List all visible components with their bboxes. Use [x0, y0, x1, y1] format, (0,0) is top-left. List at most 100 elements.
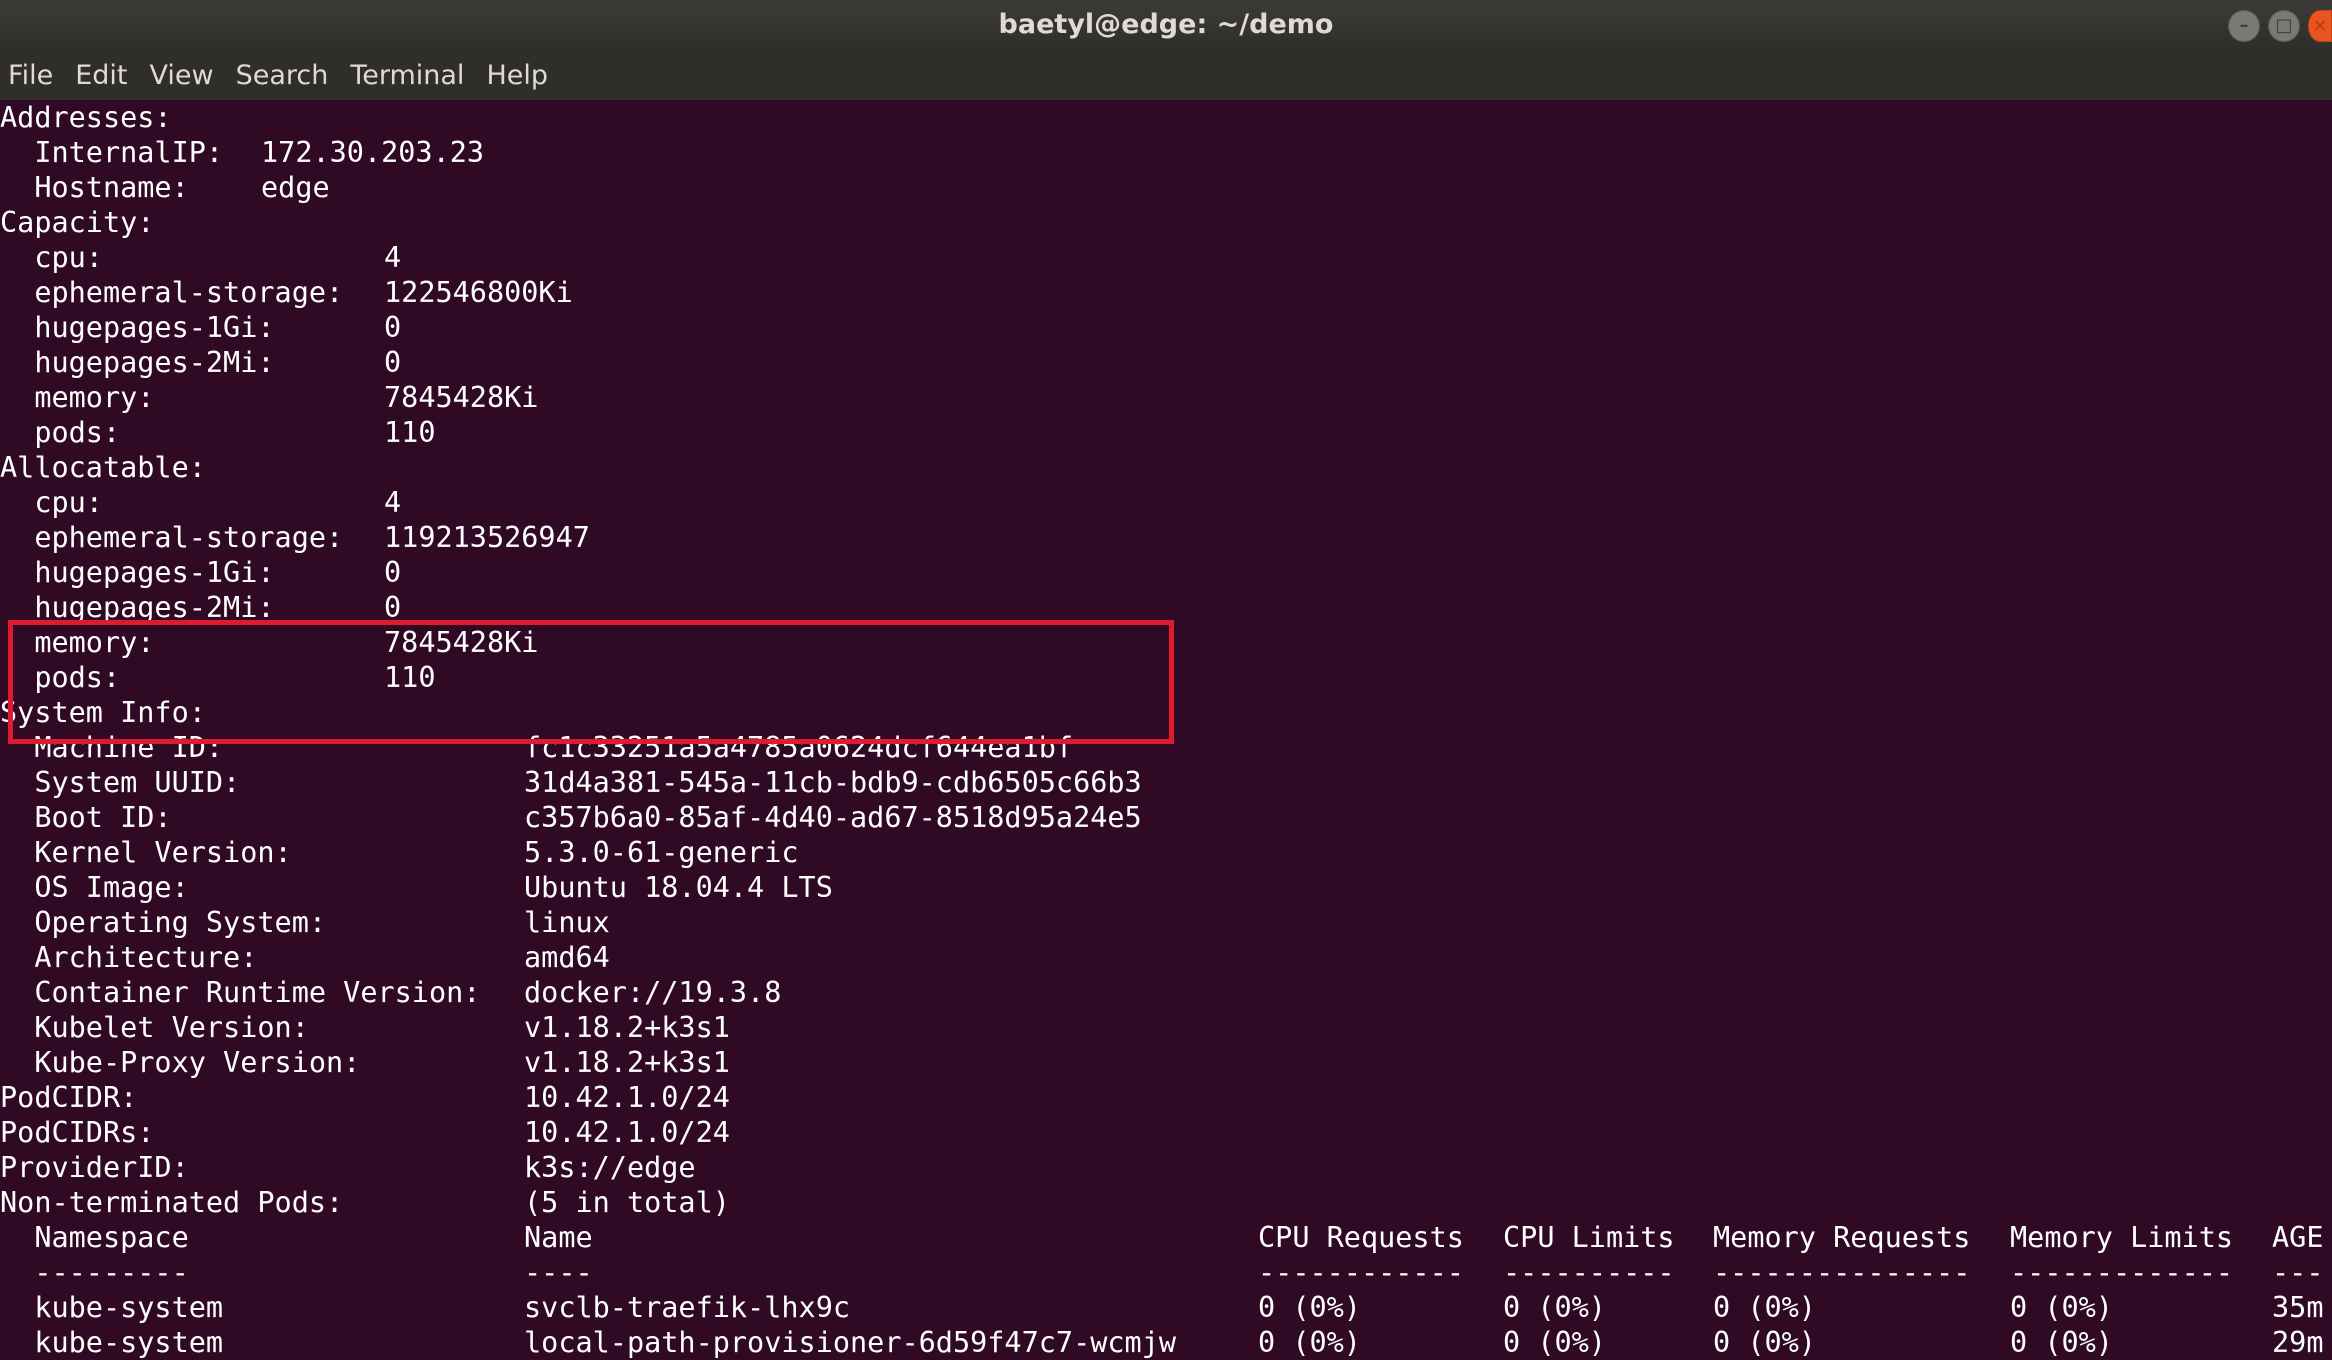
- key: InternalIP:: [0, 136, 224, 169]
- table-cell: Name: [524, 1221, 593, 1254]
- table-cell: 0 (0%): [1258, 1291, 1361, 1324]
- table-cell: 35m: [2272, 1291, 2324, 1324]
- section-header: System Info:: [0, 696, 206, 729]
- minimize-button[interactable]: –: [2228, 10, 2260, 42]
- value: 0: [384, 311, 402, 344]
- key: ProviderID:: [0, 1151, 189, 1184]
- key: Kubelet Version:: [0, 1011, 309, 1044]
- window-titlebar: baetyl@edge: ~/demo – □ ×: [0, 0, 2332, 50]
- table-cell: Namespace: [0, 1221, 189, 1254]
- key: memory:: [0, 381, 155, 414]
- table-cell: 0 (0%): [2010, 1291, 2113, 1324]
- menu-edit[interactable]: Edit: [64, 60, 138, 91]
- table-cell: 29m: [2272, 1326, 2324, 1359]
- table-cell: Memory Limits: [2010, 1221, 2234, 1254]
- maximize-button[interactable]: □: [2268, 10, 2300, 42]
- table-cell: ------------: [1258, 1256, 1464, 1289]
- value: v1.18.2+k3s1: [524, 1046, 730, 1079]
- key: Architecture:: [0, 941, 258, 974]
- key: Hostname:: [0, 171, 189, 204]
- key: Non-terminated Pods:: [0, 1186, 344, 1219]
- table-cell: ----: [524, 1256, 593, 1289]
- menu-terminal[interactable]: Terminal: [339, 60, 475, 91]
- value: amd64: [524, 941, 610, 974]
- value: Ubuntu 18.04.4 LTS: [524, 871, 833, 904]
- table-cell: 0 (0%): [1258, 1326, 1361, 1359]
- value: docker://19.3.8: [524, 976, 782, 1009]
- table-cell: 0 (0%): [1713, 1326, 1816, 1359]
- key: pods:: [0, 661, 121, 694]
- key: Operating System:: [0, 906, 327, 939]
- key: hugepages-2Mi:: [0, 346, 275, 379]
- section-header: Capacity:: [0, 206, 155, 239]
- key: System UUID:: [0, 766, 241, 799]
- value: 110: [384, 661, 436, 694]
- menubar: File Edit View Search Terminal Help: [0, 50, 2332, 100]
- value: 10.42.1.0/24: [524, 1116, 730, 1149]
- key: Kube-Proxy Version:: [0, 1046, 361, 1079]
- window-title: baetyl@edge: ~/demo: [998, 9, 1334, 40]
- section-header: Addresses:: [0, 101, 172, 134]
- value: 172.30.203.23: [261, 136, 485, 169]
- table-cell: ---: [2272, 1256, 2324, 1289]
- key: ephemeral-storage:: [0, 521, 344, 554]
- key: ephemeral-storage:: [0, 276, 344, 309]
- value: v1.18.2+k3s1: [524, 1011, 730, 1044]
- value: 7845428Ki: [384, 381, 539, 414]
- value: 5.3.0-61-generic: [524, 836, 799, 869]
- value: linux: [524, 906, 610, 939]
- table-cell: CPU Limits: [1503, 1221, 1675, 1254]
- value: c357b6a0-85af-4d40-ad67-8518d95a24e5: [524, 801, 1142, 834]
- value: 31d4a381-545a-11cb-bdb9-cdb6505c66b3: [524, 766, 1142, 799]
- key: hugepages-1Gi:: [0, 556, 275, 589]
- table-cell: AGE: [2272, 1221, 2324, 1254]
- close-icon: ×: [2312, 15, 2328, 36]
- section-header: Allocatable:: [0, 451, 206, 484]
- minimize-icon: –: [2239, 15, 2249, 36]
- table-cell: ---------------: [1713, 1256, 1971, 1289]
- table-cell: -------------: [2010, 1256, 2234, 1289]
- table-cell: 0 (0%): [1503, 1291, 1606, 1324]
- key: memory:: [0, 626, 155, 659]
- key: hugepages-1Gi:: [0, 311, 275, 344]
- table-cell: 0 (0%): [1713, 1291, 1816, 1324]
- value: 4: [384, 486, 402, 519]
- value: k3s://edge: [524, 1151, 696, 1184]
- value: (5 in total): [524, 1186, 730, 1219]
- value: 0: [384, 346, 402, 379]
- table-cell: ----------: [1503, 1256, 1675, 1289]
- table-cell: 0 (0%): [2010, 1326, 2113, 1359]
- table-cell: local-path-provisioner-6d59f47c7-wcmjw: [524, 1326, 1177, 1359]
- menu-search[interactable]: Search: [225, 60, 340, 91]
- table-cell: Memory Requests: [1713, 1221, 1971, 1254]
- table-cell: svclb-traefik-lhx9c: [524, 1291, 851, 1324]
- key: cpu:: [0, 241, 103, 274]
- value: 10.42.1.0/24: [524, 1081, 730, 1114]
- key: Boot ID:: [0, 801, 172, 834]
- key: Kernel Version:: [0, 836, 292, 869]
- key: OS Image:: [0, 871, 189, 904]
- close-button[interactable]: ×: [2308, 10, 2332, 42]
- value: fc1c33251a5a4785a0624dcf644ea1bf: [524, 731, 1074, 764]
- table-cell: ---------: [0, 1256, 189, 1289]
- maximize-icon: □: [2275, 15, 2293, 36]
- menu-help[interactable]: Help: [475, 60, 559, 91]
- menu-file[interactable]: File: [0, 60, 64, 91]
- value: 7845428Ki: [384, 626, 539, 659]
- value: 122546800Ki: [384, 276, 573, 309]
- table-cell: kube-system: [0, 1291, 224, 1324]
- key: PodCIDR:: [0, 1081, 138, 1114]
- key: pods:: [0, 416, 121, 449]
- value: 110: [384, 416, 436, 449]
- value: 4: [384, 241, 402, 274]
- menu-view[interactable]: View: [138, 60, 224, 91]
- key: cpu:: [0, 486, 103, 519]
- window-controls: – □ ×: [2228, 10, 2332, 42]
- value: 0: [384, 591, 402, 624]
- terminal-output[interactable]: Addresses: InternalIP: 172.30.203.23 Host…: [0, 100, 2332, 1360]
- table-cell: CPU Requests: [1258, 1221, 1464, 1254]
- key: Container Runtime Version:: [0, 976, 481, 1009]
- value: 0: [384, 556, 402, 589]
- key: PodCIDRs:: [0, 1116, 155, 1149]
- value: 119213526947: [384, 521, 590, 554]
